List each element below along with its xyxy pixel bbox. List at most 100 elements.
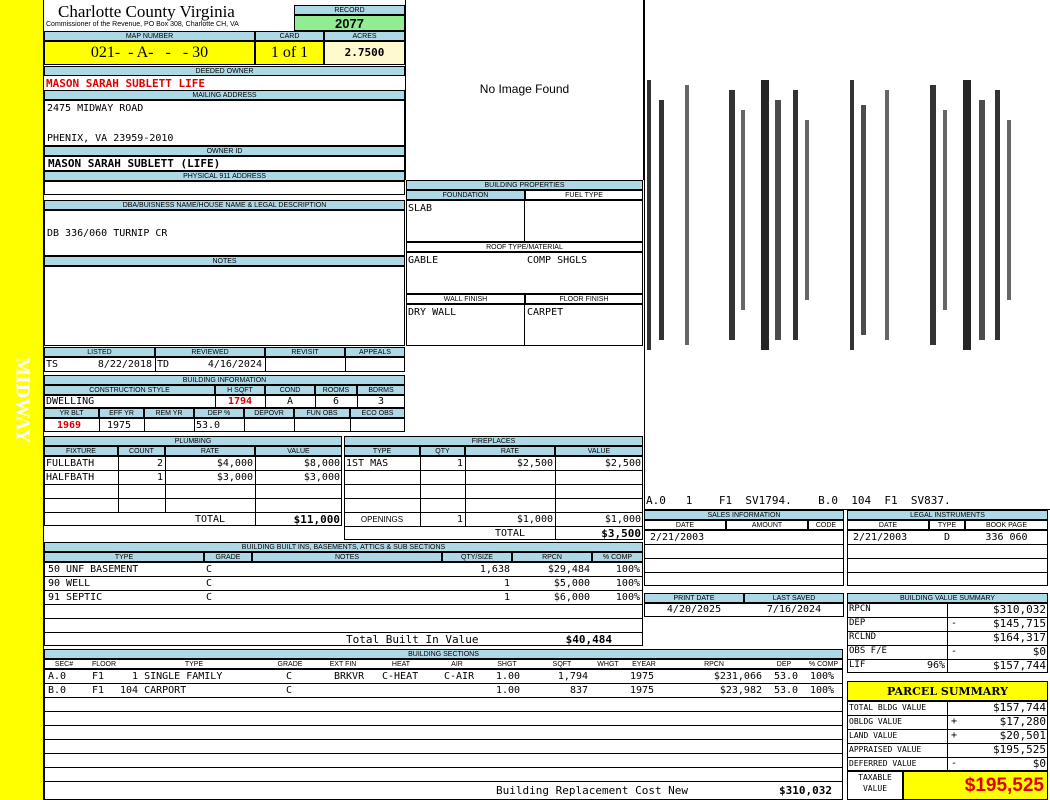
acres-value: 2.7500 (324, 41, 405, 65)
sales-label: SALES INFORMATION (644, 510, 844, 520)
vs-name: RPCN (849, 604, 871, 614)
roof-box (406, 252, 643, 294)
sketch-stroke (885, 90, 889, 340)
builtin-row-comp: 100% (615, 592, 640, 603)
fireplace-openings-value: $1,000 (604, 514, 641, 525)
sidebar-label: MIDWAY (4, 350, 40, 450)
physical-address-box (44, 181, 405, 195)
owner-id-label: OWNER ID (44, 146, 405, 156)
builtins-total-label: Total Built In Value (346, 633, 479, 646)
fireplace-row-qty: 1 (456, 458, 463, 469)
sketch-stroke (1007, 120, 1011, 300)
plumbing-total-label: TOTAL (194, 514, 226, 525)
builtins-col-grade: GRADE (204, 552, 252, 562)
vs-name: RCLND (849, 632, 877, 642)
vs-value: $145,715 (993, 617, 1046, 630)
parcel-row-sign: + (951, 730, 958, 741)
builtins-col-type: TYPE (44, 552, 204, 562)
sketch-stroke (995, 90, 1000, 340)
listed-date: 8/22/2018 (97, 359, 152, 370)
appeals-label: APPEALS (345, 347, 405, 357)
vs-sign: - (951, 646, 958, 657)
section-sec: A.0 (48, 671, 67, 682)
plumbing-row-count: 1 (156, 472, 163, 483)
sketch-stroke (963, 80, 971, 350)
sketch-stroke (861, 105, 866, 335)
fireplaces-col-qty: QTY (420, 446, 465, 456)
builtin-row-type: 50 UNF BASEMENT (48, 564, 139, 575)
taxable-label-1: TAXABLE (858, 773, 892, 782)
section-dep: 53.0 (774, 685, 799, 696)
effyr-value: 1975 (106, 420, 132, 431)
county-title: Charlotte County Virginia (58, 2, 235, 21)
fuel-type-label: FUEL TYPE (525, 190, 643, 200)
cond-value: A (286, 396, 294, 407)
fireplace-openings-qty: 1 (456, 514, 463, 525)
vs-value: $164,317 (993, 631, 1046, 644)
sketch-stroke (659, 100, 664, 340)
section-ext: BRKVR (334, 671, 365, 682)
section-sqft: 1,794 (557, 671, 588, 682)
vs-name: DEP (849, 618, 866, 628)
sales-date: 2/21/2003 (650, 532, 705, 543)
parcel-row-sign: + (951, 716, 958, 727)
depovr-label: DEPOVR (244, 408, 294, 418)
section-air: C-AIR (444, 671, 475, 682)
remyr-label: REM YR (144, 408, 194, 418)
builtin-row-comp: 100% (615, 578, 640, 589)
sales-col-code: CODE (808, 520, 844, 530)
vs-name: OBS F/E (849, 646, 887, 656)
mailing-line-2: PHENIX, VA 23959-2010 (47, 133, 174, 144)
rooms-value: 6 (332, 396, 340, 407)
ecoobs-label: ECO OBS (350, 408, 405, 418)
map-number-label: MAP NUMBER (44, 31, 255, 41)
yrblt-label: YR BLT (44, 408, 99, 418)
reviewed-date: 4/16/2024 (207, 359, 262, 370)
sections-total-label: Building Replacement Cost New (496, 784, 689, 797)
section-eyear: 1975 (630, 671, 655, 682)
building-info-label: BUILDING INFORMATION (44, 375, 405, 385)
legal-col-type: TYPE (929, 520, 965, 530)
sketch-stroke (805, 120, 809, 300)
dep-label: DEP % (194, 408, 244, 418)
bdrms-value: 3 (377, 396, 385, 407)
print-date-label: PRINT DATE (644, 593, 744, 603)
fireplace-row-type: 1ST MAS (346, 458, 389, 469)
fireplaces-col-type: TYPE (344, 446, 420, 456)
fireplace-openings-label: OPENINGS (360, 515, 404, 524)
builtins-col-comp: % COMP (592, 552, 643, 562)
legal-col-bookpage: BOOK PAGE (965, 520, 1048, 530)
section-type: 104 CARPORT (120, 685, 187, 696)
hsqft-label: H SQFT (215, 385, 265, 395)
sketch-stroke (647, 80, 651, 350)
legal-label: LEGAL INSTRUMENTS (847, 510, 1048, 520)
listed-label: LISTED (44, 347, 155, 357)
sketch-stroke (850, 80, 854, 350)
listed-by: TS (46, 359, 59, 370)
dba-label: DBA/BUISNESS NAME/HOUSE NAME & LEGAL DES… (44, 200, 405, 210)
section-comp: 100% (810, 685, 835, 696)
notes-label: NOTES (44, 256, 405, 266)
foundation-value: SLAB (408, 203, 433, 214)
commissioner-address: Commissioner of the Revenue, PO Box 308,… (46, 21, 239, 28)
legal-date: 2/21/2003 (853, 532, 908, 543)
builtin-row-qty: 1 (503, 578, 510, 589)
section-grade: C (286, 671, 293, 682)
section-type: 1 SINGLE FAMILY (120, 671, 223, 682)
floor-value: CARPET (527, 307, 564, 318)
parcel-row-name: DEFERRED VALUE (849, 759, 917, 768)
builtin-row-rpcn: $5,000 (553, 578, 590, 589)
reviewed-label: REVIEWED (155, 347, 265, 357)
taxable-value: $195,525 (903, 771, 1048, 800)
plumbing-label: PLUMBING (44, 436, 342, 446)
foundation-label: FOUNDATION (406, 190, 525, 200)
sketch-stroke (793, 90, 798, 340)
sketch-stroke (930, 85, 936, 345)
vs-pct: 96% (926, 660, 945, 671)
parcel-row-value: $157,744 (993, 701, 1046, 714)
last-saved-label: LAST SAVED (744, 593, 844, 603)
section-sqft: 837 (569, 685, 588, 696)
sketch-stroke (761, 80, 769, 350)
parcel-row-sign: - (951, 758, 958, 769)
no-image-text: No Image Found (479, 82, 570, 96)
